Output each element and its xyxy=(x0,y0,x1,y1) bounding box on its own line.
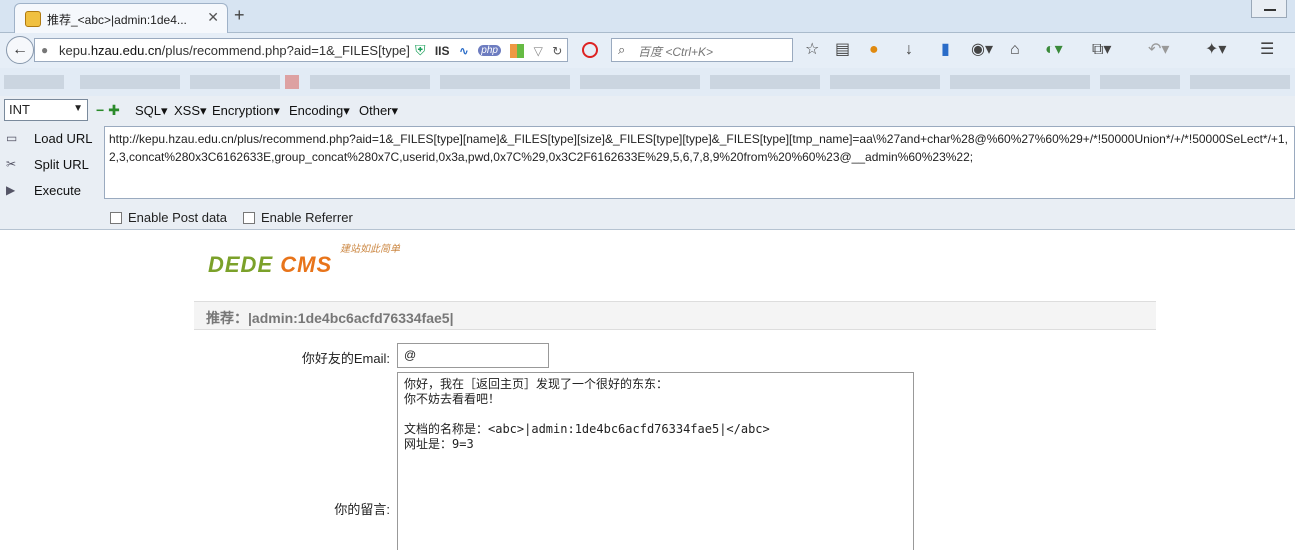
menu-sql[interactable]: SQL▾ xyxy=(135,103,168,119)
recommend-title-bar: 推荐：|admin:1de4bc6acfd76334fae5| xyxy=(194,301,1156,330)
execute-button[interactable]: ▶ Execute xyxy=(0,178,104,204)
menu-other[interactable]: Other▾ xyxy=(359,103,398,119)
bookmark-item[interactable] xyxy=(4,75,64,89)
message-textarea[interactable]: 你好，我在［返回主页］发现了一个很好的东东： 你不妨去看看吧！ 文档的名称是：<… xyxy=(397,372,914,550)
split-url-label: Split URL xyxy=(34,157,89,172)
hackbar-url-textarea[interactable]: http://kepu.hzau.edu.cn/plus/recommend.p… xyxy=(104,126,1295,199)
star-icon[interactable]: ☆ xyxy=(805,41,819,59)
block-icon[interactable] xyxy=(582,42,598,58)
split-url-button[interactable]: ✂ Split URL xyxy=(0,152,104,178)
addon-menu-icon[interactable]: ◉▾ xyxy=(971,41,993,59)
search-icon: ⌕ xyxy=(618,42,626,57)
url-text[interactable]: kepu.hzau.edu.cn/plus/recommend.php?aid=… xyxy=(59,43,410,58)
iis-icon[interactable]: IIS xyxy=(435,44,450,58)
address-bar-icons: ⛨ IIS ∿ php ▽ ↻ xyxy=(415,42,568,59)
menu-encryption-label: Encryption xyxy=(212,103,274,118)
enable-post-checkbox[interactable]: Enable Post data xyxy=(110,210,227,225)
bookmark-item[interactable] xyxy=(285,75,299,89)
search-placeholder: 百度 <Ctrl+K> xyxy=(638,45,714,59)
menu-encoding-label: Encoding xyxy=(289,103,344,118)
bookmarks-bar xyxy=(0,68,1295,96)
bookmark-item[interactable] xyxy=(580,75,700,89)
type-select-value: INT xyxy=(9,102,30,117)
minimize-button[interactable] xyxy=(1251,0,1287,18)
email-label: 你好友的Email: xyxy=(301,351,390,366)
menu-xss[interactable]: XSS▾ xyxy=(174,103,207,119)
email-field[interactable]: @ xyxy=(397,343,549,368)
download-icon[interactable]: ↓ xyxy=(905,41,913,59)
menu-other-label: Other xyxy=(359,103,392,118)
menu-sql-label: SQL xyxy=(135,103,162,118)
dropdown-icon[interactable]: ▽ xyxy=(534,44,543,58)
shield-icon[interactable]: ⛨ xyxy=(415,42,426,59)
tab-title: 推荐_<abc>|admin:1de4... xyxy=(47,13,187,27)
home-icon[interactable]: ⌂ xyxy=(1010,41,1020,59)
menu-icon[interactable]: ☰ xyxy=(1260,41,1274,59)
page-title: 推荐：|admin:1de4bc6acfd76334fae5| xyxy=(206,310,454,326)
load-url-label: Load URL xyxy=(34,131,93,146)
bookmark-item[interactable] xyxy=(950,75,1090,89)
windows-logo-icon xyxy=(510,43,525,58)
logo-text-dede: DEDE xyxy=(208,252,274,277)
menu-encoding[interactable]: Encoding▾ xyxy=(289,103,350,119)
tab-strip: 推荐_<abc>|admin:1de4... ✕ + xyxy=(0,0,1295,33)
undo-icon[interactable]: ↶▾ xyxy=(1148,41,1169,59)
type-select[interactable]: INT ▼ xyxy=(4,99,88,121)
chevron-down-icon: ▼ xyxy=(73,103,83,114)
new-tab-icon[interactable]: + xyxy=(234,5,245,26)
close-tab-icon[interactable]: ✕ xyxy=(207,9,219,26)
browser-tab[interactable]: 推荐_<abc>|admin:1de4... ✕ xyxy=(14,3,228,33)
checkbox-box[interactable] xyxy=(243,212,255,224)
hackbar-actions: ▭ Load URL ✂ Split URL ▶ Execute xyxy=(0,126,104,204)
load-url-icon: ▭ xyxy=(6,131,18,145)
url-prefix: kepu. xyxy=(59,43,91,58)
navigation-bar: ← ● kepu.hzau.edu.cn/plus/recommend.php?… xyxy=(0,33,1295,68)
translate-icon[interactable]: ◐▾ xyxy=(1045,41,1063,59)
checkbox-box[interactable] xyxy=(110,212,122,224)
globe-icon: ● xyxy=(41,43,49,57)
url-host: hzau.edu.cn xyxy=(90,43,162,58)
load-url-button[interactable]: ▭ Load URL xyxy=(0,126,104,152)
scissors-icon: ✂ xyxy=(6,157,17,171)
reading-list-icon[interactable]: ▤ xyxy=(835,41,850,59)
url-path: /plus/recommend.php?aid=1&_FILES[type] xyxy=(161,43,410,58)
hackbar-panel: INT ▼ − ✚ SQL▾ XSS▾ Encryption▾ Encoding… xyxy=(0,96,1295,230)
bookmark-item[interactable] xyxy=(190,75,280,89)
bookmark-item[interactable] xyxy=(80,75,180,89)
back-button[interactable]: ← xyxy=(6,36,34,64)
address-bar[interactable]: ● kepu.hzau.edu.cn/plus/recommend.php?ai… xyxy=(34,38,568,62)
php-icon[interactable]: php xyxy=(478,45,501,56)
execute-label: Execute xyxy=(34,183,81,198)
wave-icon: ∿ xyxy=(458,43,469,58)
minus-plus-icon[interactable]: − ✚ xyxy=(96,102,120,119)
bookmark-item[interactable] xyxy=(310,75,430,89)
menu-xss-label: XSS xyxy=(174,103,201,118)
search-box[interactable]: ⌕ 百度 <Ctrl+K> xyxy=(611,38,793,62)
bookmark-item[interactable] xyxy=(710,75,820,89)
addon-bug-icon[interactable]: ✦▾ xyxy=(1205,41,1226,59)
enable-referrer-checkbox[interactable]: Enable Referrer xyxy=(243,210,353,225)
play-icon: ▶ xyxy=(6,183,16,197)
bookmark-item[interactable] xyxy=(1190,75,1290,89)
bookmark-item[interactable] xyxy=(1100,75,1180,89)
enable-referrer-label: Enable Referrer xyxy=(261,210,353,225)
reload-icon[interactable]: ↻ xyxy=(552,44,562,58)
dedecms-logo[interactable]: 建站如此简单 DEDE CMS xyxy=(208,240,422,280)
logo-text-cms: CMS xyxy=(280,252,333,277)
addon-l-icon[interactable]: ● xyxy=(869,41,879,59)
site-favicon-icon xyxy=(25,11,41,27)
database-icon[interactable]: ▮ xyxy=(941,41,950,59)
logo-wordmark: DEDE CMS xyxy=(208,252,332,278)
crop-icon[interactable]: ⧉▾ xyxy=(1092,41,1111,59)
menu-encryption[interactable]: Encryption▾ xyxy=(212,103,280,119)
bookmark-item[interactable] xyxy=(830,75,940,89)
enable-post-label: Enable Post data xyxy=(128,210,228,225)
logo-tagline: 建站如此简单 xyxy=(340,244,400,255)
message-label: 你的留言: xyxy=(334,502,390,517)
bookmark-item[interactable] xyxy=(440,75,570,89)
